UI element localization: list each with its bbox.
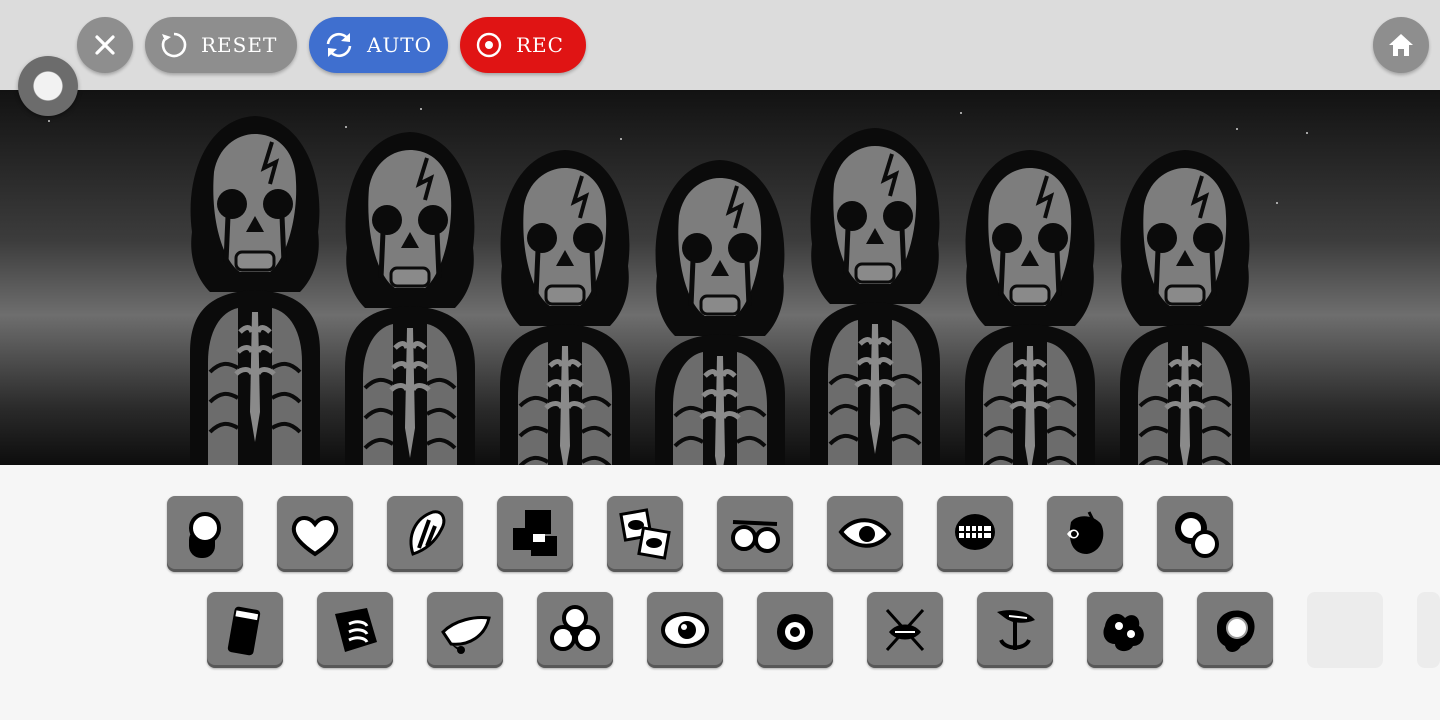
leaf-drop-icon (441, 616, 491, 654)
character-4[interactable] (645, 156, 795, 465)
character-1[interactable] (180, 112, 330, 465)
character-5[interactable] (800, 124, 950, 465)
sound-eyes-card[interactable] (607, 496, 683, 572)
big-eye-icon (661, 612, 709, 648)
heart-icon (291, 516, 339, 557)
sound-stack[interactable] (317, 592, 393, 668)
blob-ring-icon (1217, 610, 1255, 652)
sound-blob-ring[interactable] (1197, 592, 1273, 668)
sound-apple[interactable] (1047, 496, 1123, 572)
character-6[interactable] (955, 146, 1105, 465)
sound-clover[interactable] (537, 592, 613, 668)
close-icon (95, 35, 115, 55)
reset-button[interactable]: RESET (145, 17, 297, 73)
sound-lips-cross[interactable] (867, 592, 943, 668)
home-button[interactable] (1373, 17, 1429, 73)
character-2[interactable] (335, 128, 485, 465)
sound-leaf-drop[interactable] (427, 592, 503, 668)
lips-cross-icon (885, 608, 925, 652)
sound-blocks[interactable] (497, 496, 573, 572)
sound-ring[interactable] (757, 592, 833, 668)
jaw-teeth-icon (955, 514, 995, 550)
auto-cycle-icon (326, 32, 352, 58)
stack-icon (335, 608, 377, 652)
empty-slot (1307, 592, 1383, 668)
sound-claw[interactable] (387, 496, 463, 572)
home-icon (1389, 34, 1413, 56)
eyes-card-icon (619, 508, 671, 560)
auto-button[interactable]: AUTO (309, 17, 448, 73)
close-button[interactable] (77, 17, 133, 73)
phone-icon (227, 606, 261, 656)
auto-label: AUTO (367, 33, 433, 57)
blocks-icon (513, 510, 557, 556)
record-button[interactable]: REC (460, 17, 586, 73)
sound-eye[interactable] (827, 496, 903, 572)
rec-label: REC (516, 33, 564, 57)
claw-mark-icon (409, 510, 446, 556)
bubbles-icon (1175, 512, 1219, 558)
clover-icon (550, 605, 600, 651)
sound-icon-tray (0, 465, 1440, 720)
character-7[interactable] (1110, 146, 1260, 465)
beat-dot-icon (189, 512, 221, 558)
sound-big-eye[interactable] (647, 592, 723, 668)
ring-icon (777, 614, 813, 650)
sound-splats[interactable] (1087, 592, 1163, 668)
apple-core-icon (1067, 511, 1104, 554)
character-3[interactable] (490, 146, 640, 465)
reset-label: RESET (201, 33, 278, 57)
anchor-icon (997, 610, 1035, 650)
glasses-icon (731, 520, 780, 553)
volume-slider-knob[interactable] (18, 56, 78, 116)
eye-icon (838, 518, 892, 548)
reset-icon (161, 32, 187, 58)
sound-beat-dot[interactable] (167, 496, 243, 572)
stage (0, 90, 1440, 465)
sound-heart[interactable] (277, 496, 353, 572)
splats-icon (1103, 613, 1144, 652)
top-bar: RESET AUTO REC (0, 0, 1440, 90)
empty-slot (1417, 592, 1440, 668)
sound-glasses[interactable] (717, 496, 793, 572)
sound-phone[interactable] (207, 592, 283, 668)
record-icon (476, 32, 502, 58)
sound-bubbles[interactable] (1157, 496, 1233, 572)
sound-jaw[interactable] (937, 496, 1013, 572)
sound-anchor[interactable] (977, 592, 1053, 668)
